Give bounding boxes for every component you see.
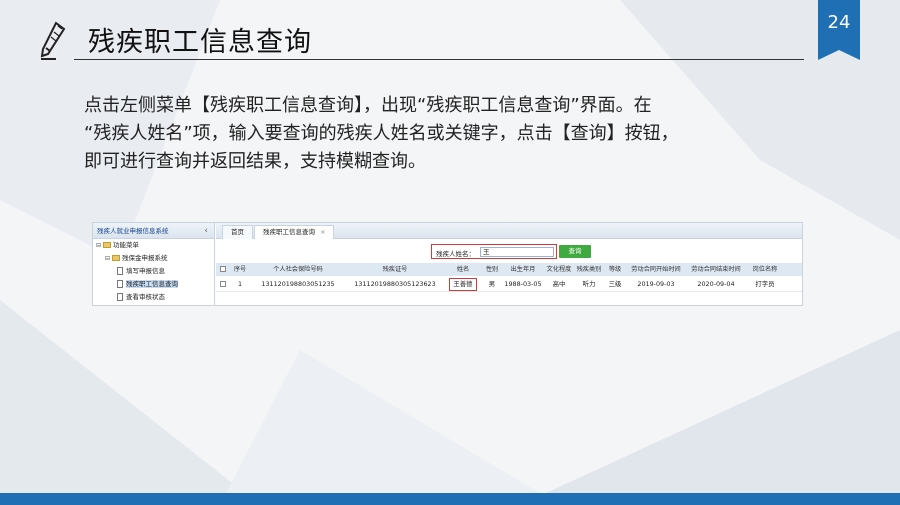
document-icon xyxy=(117,280,123,288)
table-cell: 1988-03-05 xyxy=(504,280,542,288)
folder-icon xyxy=(103,242,111,248)
name-highlight: 王善德 xyxy=(449,278,477,291)
collapse-icon[interactable]: ‹ xyxy=(204,223,208,239)
document-icon xyxy=(117,293,123,301)
title-divider xyxy=(74,59,804,60)
close-icon[interactable]: × xyxy=(320,228,325,236)
page-number-badge: 24 xyxy=(818,0,860,60)
tree-item-function-menu[interactable]: ⊟ 功能菜单 xyxy=(93,239,214,252)
table-cell: 2019-09-03 xyxy=(637,280,675,288)
column-header: 残疾证号 xyxy=(382,266,408,273)
column-header: 个人社会保险号码 xyxy=(273,266,323,273)
table-cell: 打字员 xyxy=(755,280,775,288)
search-highlight: 残疾人姓名： 王 xyxy=(431,244,557,259)
column-header: 性别 xyxy=(485,266,499,273)
folder-icon xyxy=(112,255,120,261)
instruction-text: 点击左侧菜单【残疾职工信息查询】，出现“残疾职工信息查询”界面。在 “残疾人姓名… xyxy=(84,92,814,176)
table-cell: 2020-09-04 xyxy=(697,280,735,288)
table-cell: 131120198803051235 xyxy=(261,280,335,288)
slide-header: 残疾职工信息查询 xyxy=(38,14,804,62)
tab-home[interactable]: 首页 xyxy=(222,225,253,239)
tree-item-levy-system[interactable]: ⊟ 残保金申报系统 xyxy=(93,252,214,265)
pencil-icon xyxy=(40,21,66,60)
column-header: 劳动合同结束时间 xyxy=(691,266,741,273)
main-panel: 首页 残疾职工信息查询 × 残疾人姓名： 王 查询 序号 个人社会保险号码 残疾证… xyxy=(216,223,802,305)
table-cell: 1 xyxy=(237,280,243,288)
row-checkbox[interactable] xyxy=(216,276,230,291)
instruction-line: “残疾人姓名”项，输入要查询的残疾人姓名或关键字，点击【查询】按钮， xyxy=(84,123,679,144)
document-icon xyxy=(117,267,123,275)
column-header: 姓名 xyxy=(456,266,470,273)
table-cell: 高中 xyxy=(552,280,566,288)
table-cell: 听力 xyxy=(582,280,596,288)
tab-bar: 首页 残疾职工信息查询 × xyxy=(216,223,802,239)
table-cell-name: 王善德 xyxy=(444,276,482,291)
column-header: 等级 xyxy=(608,266,622,273)
column-header: 序号 xyxy=(233,266,247,273)
system-title: 残疾人就业申报信息系统 xyxy=(97,227,169,235)
column-header: 残疾类别 xyxy=(576,266,602,273)
search-bar: 残疾人姓名： 王 查询 xyxy=(216,244,802,260)
table-cell: 男 xyxy=(488,280,496,288)
search-label: 残疾人姓名： xyxy=(436,250,475,258)
tree-item-fill-declaration[interactable]: 填写申报信息 xyxy=(93,265,214,278)
page-title: 残疾职工信息查询 xyxy=(88,27,312,58)
sidebar-header: 残疾人就业申报信息系统 ‹ xyxy=(93,223,214,239)
query-button[interactable]: 查询 xyxy=(559,245,591,258)
column-header: 劳动合同开始时间 xyxy=(631,266,681,273)
table-cell: 13112019880305123623 xyxy=(354,280,436,288)
tree-item-disabled-employee-query[interactable]: 残疾职工信息查询 xyxy=(93,278,214,291)
name-search-input[interactable]: 王 xyxy=(480,247,554,257)
instruction-line: 即可进行查询并返回结果，支持模糊查询。 xyxy=(84,151,426,172)
table-cell: 三级 xyxy=(608,280,622,288)
footer-bar xyxy=(0,493,900,505)
results-table: 序号 个人社会保险号码 残疾证号 姓名 性别 出生年月 文化程度 残疾类别 等级… xyxy=(216,263,802,292)
tree-item-review-status[interactable]: 查看审核状态 xyxy=(93,291,214,304)
instruction-line: 点击左侧菜单【残疾职工信息查询】，出现“残疾职工信息查询”界面。在 xyxy=(84,95,652,116)
column-header: 岗位名称 xyxy=(752,266,778,273)
column-header: 出生年月 xyxy=(510,266,536,273)
collapse-toggle-icon[interactable]: ⊟ xyxy=(96,239,103,252)
collapse-toggle-icon[interactable]: ⊟ xyxy=(105,252,112,265)
embedded-app-screenshot: 残疾人就业申报信息系统 ‹ ⊟ 功能菜单 ⊟ 残保金申报系统 填写申报信息 残疾职工… xyxy=(92,222,803,306)
column-header: 文化程度 xyxy=(546,266,572,273)
table-header-row: 序号 个人社会保险号码 残疾证号 姓名 性别 出生年月 文化程度 残疾类别 等级… xyxy=(216,263,802,276)
tab-disabled-employee-query[interactable]: 残疾职工信息查询 × xyxy=(254,225,335,239)
select-all-checkbox[interactable] xyxy=(216,263,230,276)
sidebar: 残疾人就业申报信息系统 ‹ ⊟ 功能菜单 ⊟ 残保金申报系统 填写申报信息 残疾职工… xyxy=(93,223,215,305)
table-row[interactable]: 1 131120198803051235 1311201988030512362… xyxy=(216,276,802,292)
